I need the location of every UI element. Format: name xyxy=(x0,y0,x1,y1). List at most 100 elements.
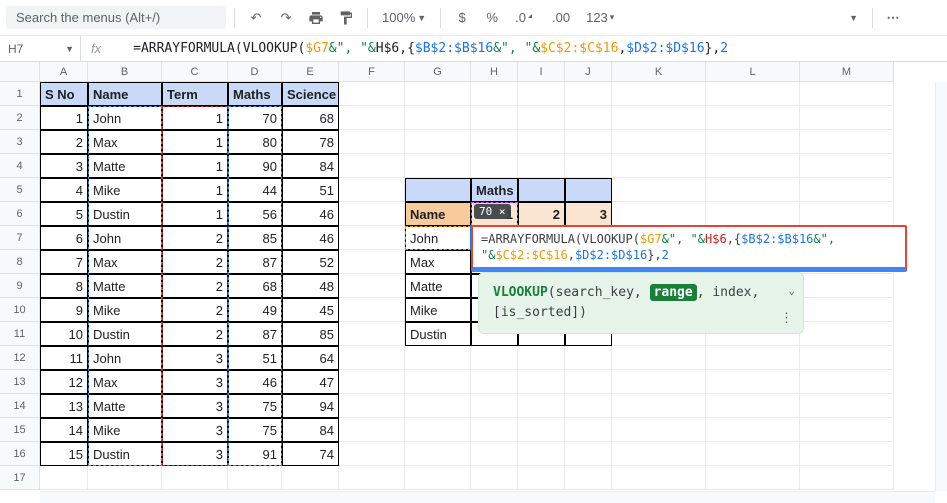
cell[interactable]: 75 xyxy=(228,394,282,418)
row-header[interactable]: 4 xyxy=(0,154,40,178)
cell[interactable]: 2 xyxy=(162,226,228,250)
cell[interactable] xyxy=(706,82,800,106)
cell[interactable]: Max xyxy=(88,250,162,274)
cell[interactable] xyxy=(471,442,518,466)
currency-button[interactable]: $ xyxy=(449,5,475,31)
cell[interactable] xyxy=(471,418,518,442)
cell[interactable] xyxy=(565,466,612,490)
undo-icon[interactable]: ↶ xyxy=(243,5,269,31)
cell[interactable]: Dustin xyxy=(88,322,162,346)
cell[interactable] xyxy=(800,274,894,298)
cell[interactable] xyxy=(706,442,800,466)
cell[interactable] xyxy=(800,322,894,346)
cell[interactable] xyxy=(612,202,706,226)
cell[interactable] xyxy=(706,202,800,226)
font-dropdown[interactable]: ▼ xyxy=(784,13,864,23)
cell[interactable] xyxy=(800,466,894,490)
row-header[interactable]: 16 xyxy=(0,442,40,466)
cell[interactable] xyxy=(339,274,405,298)
cell[interactable] xyxy=(405,370,471,394)
cell[interactable]: Matte xyxy=(88,394,162,418)
cell[interactable]: 15 xyxy=(40,442,88,466)
more-options-button[interactable]: ⋯ xyxy=(881,5,907,31)
cell[interactable] xyxy=(339,250,405,274)
row-header[interactable]: 7 xyxy=(0,226,40,250)
cell[interactable] xyxy=(228,466,282,490)
cell[interactable] xyxy=(471,106,518,130)
column-header[interactable]: K xyxy=(612,62,706,82)
cell[interactable]: 1 xyxy=(162,154,228,178)
cell[interactable] xyxy=(339,226,405,250)
cell[interactable] xyxy=(405,154,471,178)
increase-decimal-button[interactable]: .00 xyxy=(546,10,576,25)
row-header[interactable]: 6 xyxy=(0,202,40,226)
cell[interactable] xyxy=(405,442,471,466)
vertical-scrollbar[interactable] xyxy=(935,82,947,491)
cell[interactable]: 91 xyxy=(228,442,282,466)
column-header[interactable]: M xyxy=(800,62,894,82)
collapse-hint-icon[interactable]: ⌄ xyxy=(788,281,795,301)
decrease-decimal-button[interactable]: .0 xyxy=(509,10,542,25)
cell[interactable] xyxy=(518,442,565,466)
column-header[interactable]: G xyxy=(405,62,471,82)
cell[interactable] xyxy=(518,418,565,442)
row-header[interactable]: 2 xyxy=(0,106,40,130)
cell[interactable]: 7 xyxy=(40,250,88,274)
cell[interactable] xyxy=(405,418,471,442)
cell[interactable]: Maths xyxy=(228,82,282,106)
cell[interactable]: 1 xyxy=(162,130,228,154)
cell[interactable] xyxy=(471,130,518,154)
cell[interactable] xyxy=(405,130,471,154)
number-format-dropdown[interactable]: 123▾ xyxy=(580,10,620,25)
hint-menu-icon[interactable]: ⋮ xyxy=(780,309,793,329)
cell[interactable]: 10 xyxy=(40,322,88,346)
cell[interactable] xyxy=(706,154,800,178)
cell[interactable] xyxy=(612,82,706,106)
cell[interactable]: Dustin xyxy=(88,202,162,226)
cell[interactable] xyxy=(612,154,706,178)
cell[interactable] xyxy=(471,394,518,418)
name-box[interactable]: H7▼ xyxy=(0,42,80,56)
cell[interactable] xyxy=(471,346,518,370)
cell[interactable]: 80 xyxy=(228,130,282,154)
row-header[interactable]: 3 xyxy=(0,130,40,154)
cell[interactable]: 94 xyxy=(282,394,339,418)
column-header[interactable]: H xyxy=(471,62,518,82)
cell[interactable] xyxy=(565,370,612,394)
cell[interactable] xyxy=(518,178,565,202)
cell[interactable] xyxy=(518,130,565,154)
cell[interactable] xyxy=(800,130,894,154)
cell[interactable]: 2 xyxy=(162,250,228,274)
cell[interactable] xyxy=(518,346,565,370)
cell[interactable] xyxy=(471,154,518,178)
cell[interactable]: 51 xyxy=(282,178,339,202)
cell[interactable]: Name xyxy=(405,202,471,226)
cell[interactable]: Dustin xyxy=(88,442,162,466)
cell[interactable] xyxy=(339,178,405,202)
horizontal-scrollbar[interactable] xyxy=(40,491,935,503)
cell[interactable]: 2 xyxy=(162,322,228,346)
cell[interactable]: 12 xyxy=(40,370,88,394)
cell[interactable]: 13 xyxy=(40,394,88,418)
cell[interactable]: 51 xyxy=(228,346,282,370)
cell[interactable]: 46 xyxy=(228,370,282,394)
cell[interactable]: Maths scores xyxy=(471,178,518,202)
cell[interactable] xyxy=(339,442,405,466)
cell[interactable]: Science xyxy=(282,82,339,106)
cell[interactable]: 4 xyxy=(40,178,88,202)
cell[interactable] xyxy=(800,394,894,418)
cell[interactable] xyxy=(565,106,612,130)
cell[interactable] xyxy=(612,370,706,394)
cell[interactable] xyxy=(339,202,405,226)
cell[interactable]: John xyxy=(88,106,162,130)
cell[interactable]: Max xyxy=(405,250,471,274)
cell[interactable]: 85 xyxy=(282,322,339,346)
cell[interactable]: 56 xyxy=(228,202,282,226)
cell[interactable] xyxy=(518,370,565,394)
zoom-dropdown[interactable]: 100% ▼ xyxy=(376,10,432,25)
column-header[interactable]: A xyxy=(40,62,88,82)
cell[interactable] xyxy=(518,466,565,490)
menu-search-input[interactable]: Search the menus (Alt+/) xyxy=(6,6,226,29)
cell[interactable]: Mike xyxy=(88,418,162,442)
cell[interactable]: Matte xyxy=(88,274,162,298)
